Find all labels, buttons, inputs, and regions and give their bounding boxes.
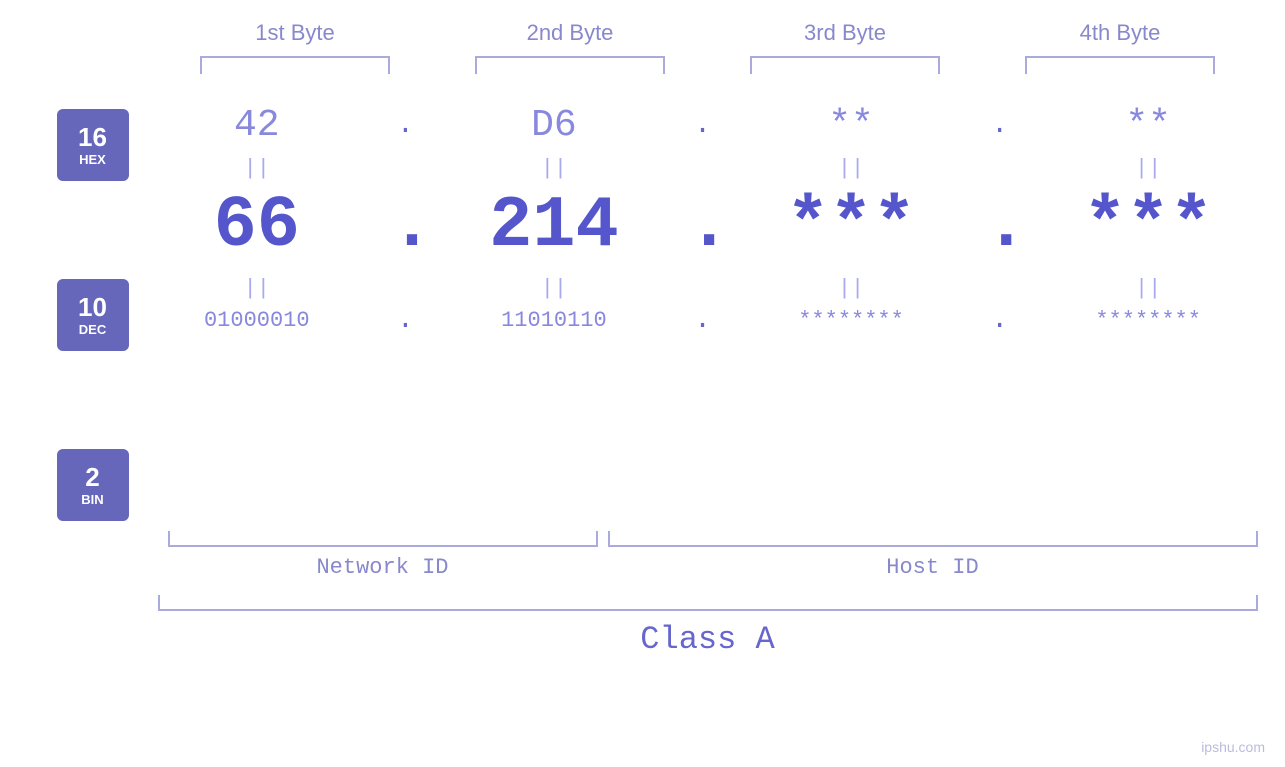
- byte3-header: 3rd Byte: [745, 20, 945, 46]
- dec-byte1: 66: [157, 185, 357, 267]
- bin-badge-label: BIN: [81, 492, 103, 507]
- data-rows: 42 . D6 . ** . ** || ||: [140, 94, 1285, 336]
- eq2-b1: ||: [157, 276, 357, 301]
- bin-byte3: ********: [751, 308, 951, 333]
- bin-byte2: 11010110: [454, 308, 654, 333]
- hex-badge-label: HEX: [79, 152, 106, 167]
- class-label: Class A: [158, 621, 1258, 658]
- network-id-label: Network ID: [168, 555, 598, 580]
- dec-dot1: .: [390, 185, 420, 267]
- bin-dot1: .: [390, 305, 420, 336]
- top-brackets: [158, 56, 1258, 74]
- dec-byte3: ***: [751, 185, 951, 267]
- eq1-b2: ||: [454, 156, 654, 181]
- bracket-byte1: [200, 56, 390, 74]
- host-id-label: Host ID: [608, 555, 1258, 580]
- bin-row: 01000010 . 11010110 . ******** . *******…: [140, 305, 1265, 336]
- bracket-byte3: [750, 56, 940, 74]
- bracket-byte4: [1025, 56, 1215, 74]
- bracket-byte2: [475, 56, 665, 74]
- hex-byte2: D6: [454, 104, 654, 147]
- bin-dot2: .: [687, 305, 717, 336]
- class-bracket: [158, 595, 1258, 611]
- byte1-header: 1st Byte: [195, 20, 395, 46]
- eq1-b4: ||: [1048, 156, 1248, 181]
- bin-badge: 2 BIN: [57, 449, 129, 521]
- watermark: ipshu.com: [1201, 739, 1265, 755]
- dec-byte2: 214: [454, 185, 654, 267]
- main-data-area: 16 HEX 10 DEC 2 BIN 42: [0, 94, 1285, 521]
- byte2-header: 2nd Byte: [470, 20, 670, 46]
- hex-dot1: .: [390, 110, 420, 141]
- eq2-b2: ||: [454, 276, 654, 301]
- bin-dot3: .: [985, 305, 1015, 336]
- hex-badge: 16 HEX: [57, 109, 129, 181]
- hex-byte4: **: [1048, 104, 1248, 147]
- main-container: 1st Byte 2nd Byte 3rd Byte 4th Byte 16 H…: [0, 0, 1285, 767]
- dec-dot3: .: [985, 185, 1015, 267]
- equals-row-1: || || || ||: [140, 156, 1265, 181]
- host-id-bracket: [608, 531, 1258, 547]
- bin-byte4: ********: [1048, 308, 1248, 333]
- dec-badge-label: DEC: [79, 322, 106, 337]
- hex-row: 42 . D6 . ** . **: [140, 104, 1265, 147]
- id-labels: Network ID Host ID: [158, 555, 1258, 580]
- bin-byte1: 01000010: [157, 308, 357, 333]
- eq1-b3: ||: [751, 156, 951, 181]
- eq2-b3: ||: [751, 276, 951, 301]
- class-bracket-row: [158, 595, 1258, 611]
- byte-headers: 1st Byte 2nd Byte 3rd Byte 4th Byte: [158, 20, 1258, 56]
- bottom-brackets: [158, 531, 1258, 547]
- hex-byte3: **: [751, 104, 951, 147]
- hex-badge-number: 16: [78, 123, 107, 152]
- byte4-header: 4th Byte: [1020, 20, 1220, 46]
- eq2-b4: ||: [1048, 276, 1248, 301]
- hex-byte1: 42: [157, 104, 357, 147]
- bin-badge-number: 2: [85, 463, 99, 492]
- badges-column: 16 HEX 10 DEC 2 BIN: [0, 94, 140, 521]
- equals-row-2: || || || ||: [140, 276, 1265, 301]
- dec-dot2: .: [687, 185, 717, 267]
- eq1-b1: ||: [157, 156, 357, 181]
- dec-badge-number: 10: [78, 293, 107, 322]
- dec-badge: 10 DEC: [57, 279, 129, 351]
- dec-byte4: ***: [1048, 185, 1248, 267]
- network-id-bracket: [168, 531, 598, 547]
- dec-row: 66 . 214 . *** . ***: [140, 185, 1265, 267]
- hex-dot2: .: [687, 110, 717, 141]
- hex-dot3: .: [985, 110, 1015, 141]
